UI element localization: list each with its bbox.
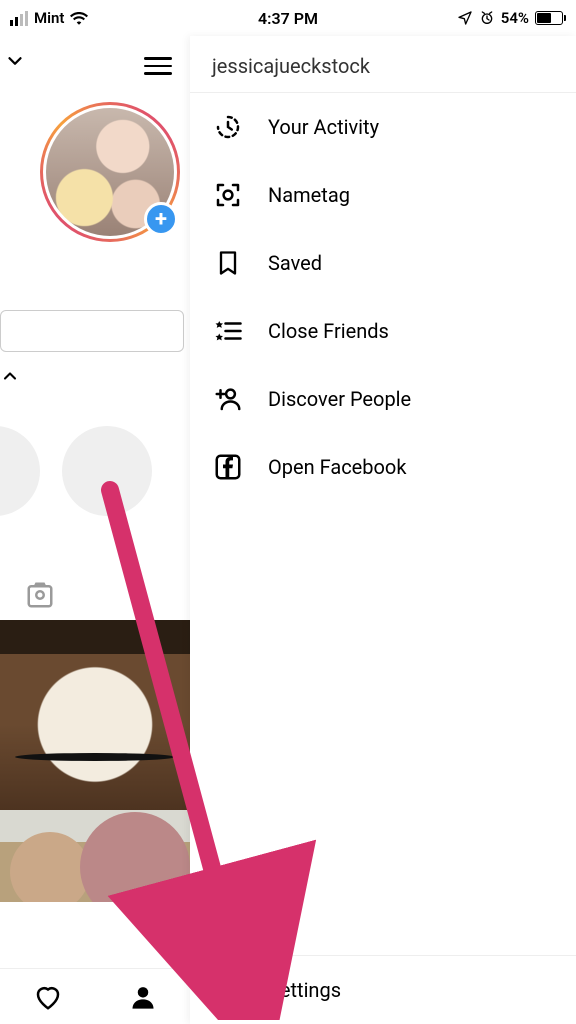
carrier-label: Mint (34, 9, 64, 27)
battery-icon (535, 11, 566, 25)
facebook-icon (212, 451, 244, 483)
post-thumbnail[interactable] (0, 810, 190, 902)
add-story-icon[interactable]: + (144, 202, 178, 236)
tagged-tab-icon[interactable] (25, 580, 55, 610)
suggestions-toggle[interactable] (0, 366, 190, 386)
nametag-icon (212, 179, 244, 211)
profile-background-pane: + (0, 36, 190, 1024)
side-menu-panel: jessicajueckstock Your Activity Nametag (190, 36, 576, 1024)
menu-item-label: Close Friends (268, 319, 389, 343)
discover-people-icon (212, 383, 244, 415)
menu-username: jessicajueckstock (190, 36, 576, 93)
menu-item-label: Settings (268, 978, 341, 1002)
menu-item-settings[interactable]: Settings (190, 956, 576, 1024)
menu-item-label: Your Activity (268, 115, 379, 139)
menu-item-activity[interactable]: Your Activity (190, 93, 576, 161)
status-bar: Mint 4:37 PM 54% (0, 0, 576, 36)
edit-profile-button[interactable] (0, 310, 184, 352)
menu-item-close-friends[interactable]: Close Friends (190, 297, 576, 365)
menu-item-nametag[interactable]: Nametag (190, 161, 576, 229)
post-thumbnail[interactable] (0, 620, 190, 810)
story-highlight[interactable] (0, 426, 40, 516)
menu-button[interactable] (144, 52, 172, 80)
alarm-icon (479, 10, 495, 26)
location-icon (457, 10, 473, 26)
menu-item-discover-people[interactable]: Discover People (190, 365, 576, 433)
cell-signal-icon (10, 11, 28, 26)
profile-avatar[interactable]: + (40, 102, 180, 242)
wifi-icon (70, 11, 88, 25)
activity-icon (212, 111, 244, 143)
activity-heart-icon[interactable] (33, 982, 63, 1012)
clock: 4:37 PM (258, 9, 318, 28)
battery-percent: 54% (501, 9, 529, 27)
menu-item-label: Saved (268, 251, 322, 275)
menu-item-saved[interactable]: Saved (190, 229, 576, 297)
close-friends-icon (212, 315, 244, 347)
settings-gear-icon (212, 974, 244, 1006)
story-highlight[interactable] (62, 426, 152, 516)
bottom-nav (0, 968, 190, 1024)
menu-item-label: Open Facebook (268, 455, 406, 479)
bookmark-icon (212, 247, 244, 279)
menu-item-label: Discover People (268, 387, 411, 411)
profile-tab-icon[interactable] (129, 983, 157, 1011)
account-switcher-chevron-icon[interactable] (4, 50, 26, 72)
menu-item-label: Nametag (268, 183, 350, 207)
menu-item-open-facebook[interactable]: Open Facebook (190, 433, 576, 501)
